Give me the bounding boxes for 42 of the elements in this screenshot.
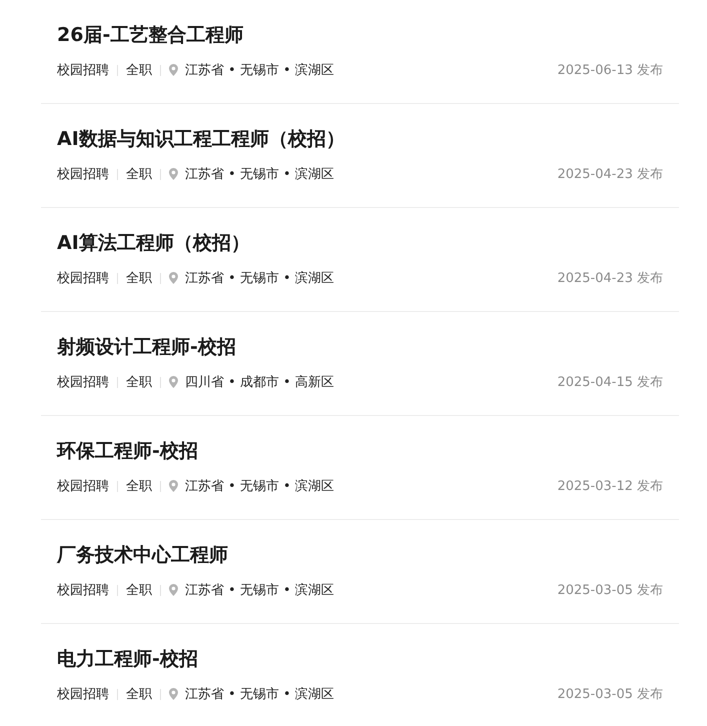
- location-pin-icon: [169, 584, 178, 596]
- job-title-link[interactable]: 环保工程师-校招: [57, 438, 663, 464]
- employment-type: 全职: [126, 166, 152, 183]
- job-location: 江苏省 • 无锡市 • 滨湖区: [185, 270, 334, 287]
- publish-date: 2025-04-15 发布: [557, 374, 663, 391]
- job-title-link[interactable]: 射频设计工程师-校招: [57, 334, 663, 360]
- employment-type: 全职: [126, 62, 152, 79]
- job-title-link[interactable]: AI算法工程师（校招）: [57, 230, 663, 256]
- job-location: 江苏省 • 无锡市 • 滨湖区: [185, 166, 334, 183]
- publish-date: 2025-06-13 发布: [557, 62, 663, 79]
- employment-type: 全职: [126, 374, 152, 391]
- employment-type: 全职: [126, 478, 152, 495]
- publish-date: 2025-03-12 发布: [557, 478, 663, 495]
- location-pin-icon: [169, 480, 178, 492]
- location-pin-icon: [169, 64, 178, 76]
- location-pin-icon: [169, 272, 178, 284]
- employment-type: 全职: [126, 686, 152, 703]
- job-location: 江苏省 • 无锡市 • 滨湖区: [185, 62, 334, 79]
- recruitment-type: 校园招聘: [57, 686, 109, 703]
- job-location: 江苏省 • 无锡市 • 滨湖区: [185, 582, 334, 599]
- publish-date: 2025-04-23 发布: [557, 270, 663, 287]
- job-title-link[interactable]: 厂务技术中心工程师: [57, 542, 663, 568]
- recruitment-type: 校园招聘: [57, 478, 109, 495]
- employment-type: 全职: [126, 270, 152, 287]
- location-pin-icon: [169, 688, 178, 700]
- recruitment-type: 校园招聘: [57, 374, 109, 391]
- recruitment-type: 校园招聘: [57, 166, 109, 183]
- publish-date: 2025-03-05 发布: [557, 582, 663, 599]
- job-title-link[interactable]: 电力工程师-校招: [57, 646, 663, 672]
- publish-date: 2025-04-23 发布: [557, 166, 663, 183]
- job-title-link[interactable]: AI数据与知识工程工程师（校招）: [57, 126, 663, 152]
- location-pin-icon: [169, 168, 178, 180]
- recruitment-type: 校园招聘: [57, 582, 109, 599]
- job-location: 四川省 • 成都市 • 高新区: [185, 374, 334, 391]
- job-location: 江苏省 • 无锡市 • 滨湖区: [185, 686, 334, 703]
- job-title-link[interactable]: 26届-工艺整合工程师: [57, 22, 663, 48]
- recruitment-type: 校园招聘: [57, 270, 109, 287]
- job-location: 江苏省 • 无锡市 • 滨湖区: [185, 478, 334, 495]
- recruitment-type: 校园招聘: [57, 62, 109, 79]
- publish-date: 2025-03-05 发布: [557, 686, 663, 703]
- employment-type: 全职: [126, 582, 152, 599]
- location-pin-icon: [169, 376, 178, 388]
